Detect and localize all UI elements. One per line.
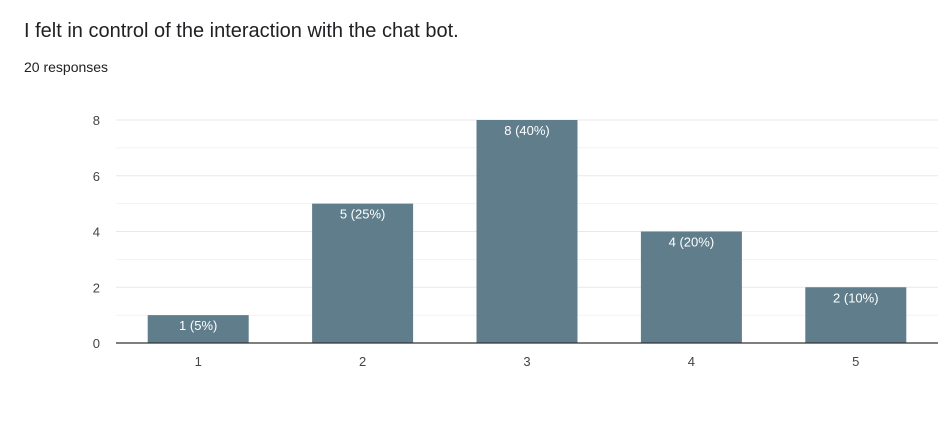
y-axis-ticks: 0 2 4 6 8 <box>93 113 100 351</box>
bar-data-label: 2 (10%) <box>833 290 879 305</box>
x-tick-label: 4 <box>688 354 695 369</box>
x-tick-label: 5 <box>852 354 859 369</box>
y-tick-label: 8 <box>93 113 100 128</box>
x-tick-label: 1 <box>195 354 202 369</box>
x-tick-label: 2 <box>359 354 366 369</box>
y-tick-label: 6 <box>93 169 100 184</box>
bar-chart: 0 2 4 6 8 1 (5%) 5 (25%) 8 (40%) 4 (20%) 2 (10%)… <box>93 113 938 369</box>
bar-data-label: 5 (25%) <box>340 207 386 222</box>
y-tick-label: 0 <box>93 336 100 351</box>
bar-data-label: 4 (20%) <box>669 235 715 250</box>
y-tick-label: 2 <box>93 280 100 295</box>
bar-3 <box>476 120 578 343</box>
bar-2 <box>312 203 414 343</box>
x-tick-label: 3 <box>523 354 530 369</box>
bar-data-label: 1 (5%) <box>179 318 217 333</box>
bar-data-label: 8 (40%) <box>504 123 550 138</box>
x-axis-ticks: 1 2 3 4 5 <box>195 354 860 369</box>
y-tick-label: 4 <box>93 225 100 240</box>
